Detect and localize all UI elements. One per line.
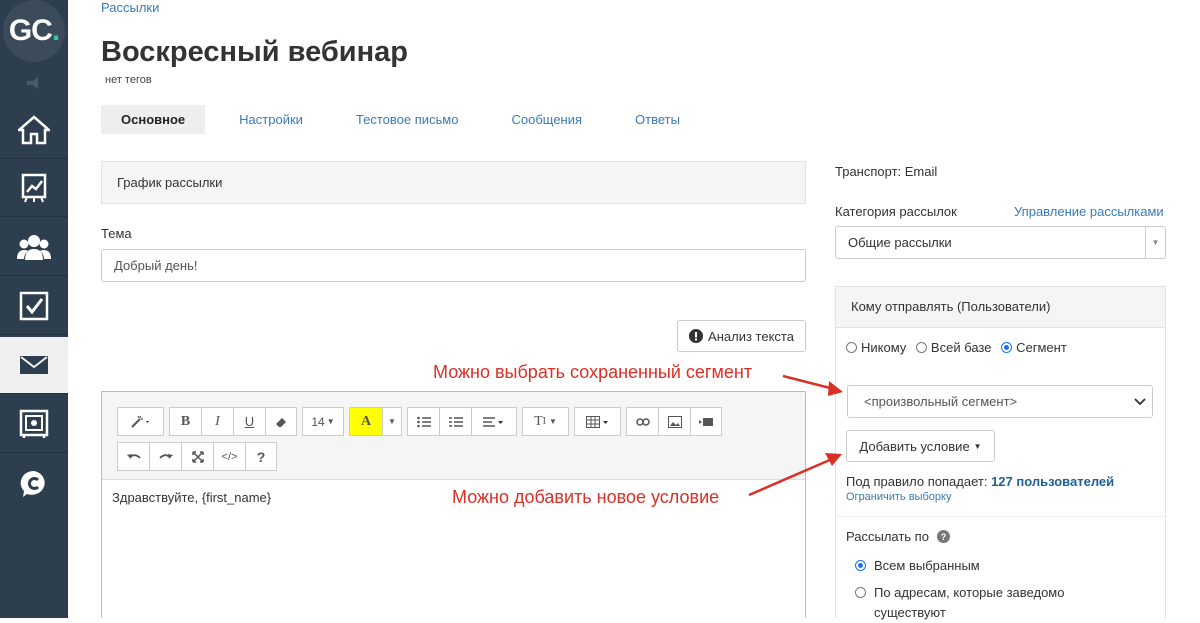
annotation-arrows [748,374,843,497]
arrow-to-condition [748,453,842,497]
arrow-to-segment [782,374,843,396]
